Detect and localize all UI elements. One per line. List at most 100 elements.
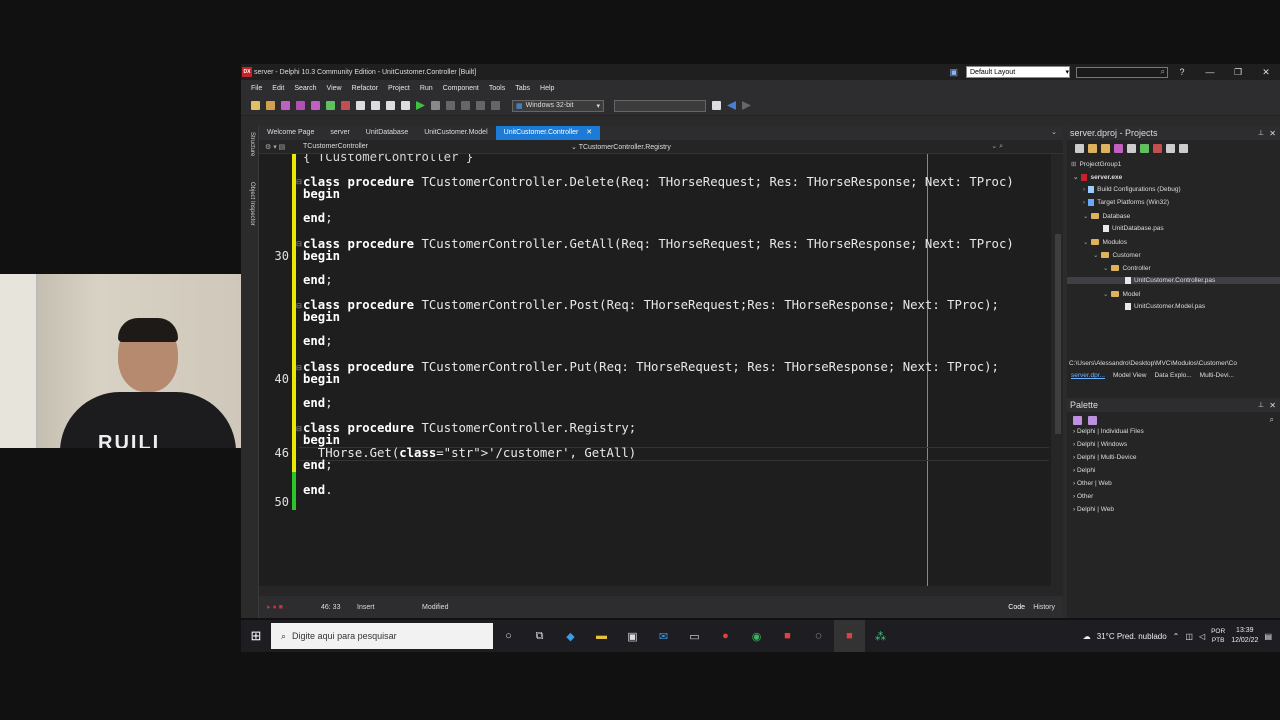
structure-side-tab[interactable]: Structure: [249, 132, 255, 156]
remove-icon[interactable]: [1153, 143, 1162, 153]
run-icon[interactable]: [416, 101, 425, 110]
delphi-taskbar-icon[interactable]: ■: [772, 620, 803, 652]
clock[interactable]: 13:39 12/02/22: [1231, 626, 1258, 646]
close-panel-icon[interactable]: ✕: [1269, 129, 1276, 138]
store-icon[interactable]: ▣: [617, 620, 648, 652]
tab-unitcustomer-controller[interactable]: UnitCustomer.Controller ✕: [495, 126, 601, 140]
close-panel-icon[interactable]: ✕: [1269, 401, 1276, 410]
tab-server[interactable]: server: [322, 126, 357, 140]
menu-component[interactable]: Component: [443, 85, 479, 92]
run-without-debug-icon[interactable]: [431, 101, 440, 110]
mail-icon[interactable]: ✉: [648, 620, 679, 652]
vscode-icon[interactable]: ◆: [555, 620, 586, 652]
sort-icon[interactable]: [1166, 143, 1175, 153]
config-select[interactable]: [614, 99, 706, 112]
sync-icon[interactable]: [1075, 143, 1084, 153]
new-icon[interactable]: [251, 101, 260, 110]
tree-modulos-folder[interactable]: ⌄ Modulos: [1083, 238, 1127, 247]
tabs-dropdown-icon[interactable]: ⌄: [1051, 128, 1057, 136]
terminal-icon[interactable]: ▭: [679, 620, 710, 652]
object-inspector-side-tab[interactable]: Object Inspector: [249, 182, 255, 226]
back-icon[interactable]: [727, 101, 736, 110]
delphi-active-icon[interactable]: ■: [834, 620, 865, 652]
tab-unitcustomer-model[interactable]: UnitCustomer.Model: [416, 126, 495, 140]
nav-search-icon[interactable]: ⌄ ⌕: [991, 142, 1003, 151]
palette-item[interactable]: › Delphi: [1073, 467, 1095, 474]
app-red-icon[interactable]: ●: [710, 620, 741, 652]
open-icon[interactable]: [266, 101, 275, 110]
record-macro-icon[interactable]: ▸ ● ■: [267, 603, 283, 611]
menu-run[interactable]: Run: [420, 85, 433, 92]
task-view-icon[interactable]: ⧉: [524, 620, 555, 652]
trace-into-icon[interactable]: [491, 101, 500, 110]
step-over-icon[interactable]: [476, 101, 485, 110]
folder-open-icon[interactable]: [1101, 143, 1110, 153]
close-tab-icon[interactable]: ✕: [586, 129, 592, 136]
language-indicator[interactable]: POR PTB: [1211, 627, 1225, 645]
pin-icon[interactable]: ⊥: [1258, 401, 1264, 409]
tree-database-folder[interactable]: ⌄ Database: [1083, 212, 1130, 221]
filter-icon[interactable]: [1179, 143, 1188, 153]
stop-icon[interactable]: [461, 101, 470, 110]
tree-build-configurations[interactable]: › Build Configurations (Debug): [1083, 186, 1181, 193]
method-selector[interactable]: ⌄ TCustomerController.Registry: [571, 143, 671, 151]
palette-item[interactable]: › Delphi | Windows: [1073, 441, 1127, 448]
volume-icon[interactable]: ◁: [1199, 632, 1205, 641]
tree-model-folder[interactable]: ⌄ Model: [1103, 290, 1140, 299]
help-button[interactable]: ?: [1168, 67, 1196, 77]
editor-horizontal-scrollbar[interactable]: [259, 586, 1063, 596]
fold-toggle[interactable]: ⊟: [296, 178, 302, 186]
layout-select[interactable]: Default Layout ▾: [966, 66, 1070, 78]
notifications-icon[interactable]: ▤: [1264, 632, 1272, 641]
obs-icon[interactable]: ◌: [803, 620, 834, 652]
scroll-thumb[interactable]: [1055, 234, 1061, 434]
open-project-icon[interactable]: [311, 101, 320, 110]
close-button[interactable]: ✕: [1252, 67, 1280, 78]
code-view-tab[interactable]: Code: [1008, 604, 1025, 611]
menu-help[interactable]: Help: [540, 85, 554, 92]
menu-search[interactable]: Search: [294, 85, 316, 92]
view-unit-icon[interactable]: [371, 101, 380, 110]
save-all-icon[interactable]: [296, 101, 305, 110]
tab-model-view[interactable]: Model View: [1113, 372, 1146, 379]
menu-tabs[interactable]: Tabs: [515, 85, 530, 92]
palette-item[interactable]: › Other | Web: [1073, 480, 1112, 487]
view-form-icon[interactable]: [386, 101, 395, 110]
app-green-icon[interactable]: ⁂: [865, 620, 896, 652]
save-icon[interactable]: [281, 101, 290, 110]
weather-text[interactable]: 31°C Pred. nublado: [1097, 632, 1167, 641]
menu-project[interactable]: Project: [388, 85, 410, 92]
ide-search-input[interactable]: ⌕: [1076, 66, 1168, 78]
fold-toggle[interactable]: ⊟: [296, 364, 302, 372]
add-icon[interactable]: [1140, 143, 1149, 153]
menu-refactor[interactable]: Refactor: [352, 85, 378, 92]
fold-toggle[interactable]: ⊟: [296, 302, 302, 310]
class-selector[interactable]: TCustomerController: [303, 143, 368, 150]
tree-unitcustomer-controller[interactable]: UnitCustomer.Controller.pas: [1067, 277, 1280, 284]
forward-icon[interactable]: [742, 101, 751, 110]
menu-view[interactable]: View: [327, 85, 342, 92]
tab-server-dproj[interactable]: server.dpr...: [1071, 372, 1105, 379]
tree-server-exe[interactable]: ⌄ server.exe: [1073, 173, 1122, 181]
taskbar-search-input[interactable]: ⌕ Digite aqui para pesquisar: [271, 623, 493, 649]
platform-select[interactable]: ▦ Windows 32-bit ▾: [512, 99, 604, 112]
pin-icon[interactable]: ⊥: [1258, 129, 1264, 137]
fold-toggle[interactable]: ⊟: [296, 240, 302, 248]
palette-categories-icon[interactable]: [1073, 415, 1082, 425]
tab-multi-device[interactable]: Multi-Devi...: [1200, 372, 1234, 379]
chrome-icon[interactable]: ◉: [741, 620, 772, 652]
options-icon[interactable]: [1127, 143, 1136, 153]
tab-welcome-page[interactable]: Welcome Page: [259, 126, 322, 140]
menu-edit[interactable]: Edit: [272, 85, 284, 92]
add-file-icon[interactable]: [326, 101, 335, 110]
palette-item[interactable]: › Delphi | Individual Files: [1073, 428, 1144, 435]
tree-unitcustomer-model[interactable]: UnitCustomer.Model.pas: [1125, 303, 1205, 310]
cortana-icon[interactable]: ○: [493, 620, 524, 652]
tree-controller-folder[interactable]: ⌄ Controller: [1103, 264, 1151, 273]
restore-button[interactable]: ❐: [1224, 67, 1252, 78]
minimize-button[interactable]: —: [1196, 67, 1224, 77]
device-icon[interactable]: [712, 101, 721, 110]
cursor-icon[interactable]: [401, 101, 410, 110]
palette-item[interactable]: › Delphi | Multi-Device: [1073, 454, 1136, 461]
pause-icon[interactable]: [446, 101, 455, 110]
